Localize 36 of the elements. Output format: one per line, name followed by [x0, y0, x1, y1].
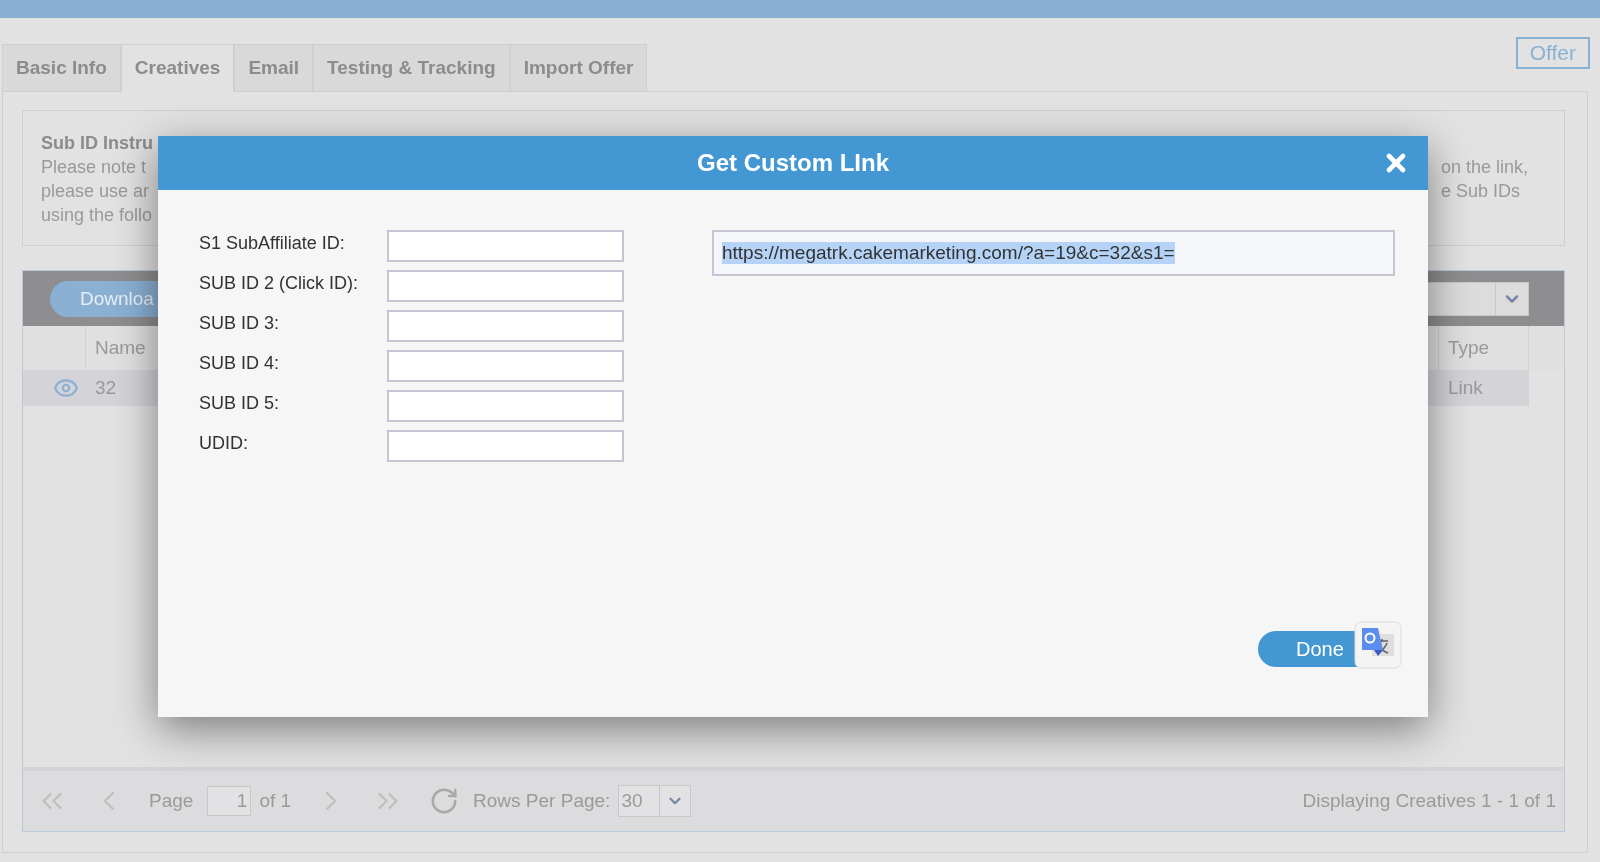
input-field[interactable] — [387, 310, 624, 342]
instructions-text: please use ar — [41, 180, 151, 203]
instructions-title: Sub ID Instru — [41, 132, 153, 155]
table-cell: Link — [1448, 377, 1483, 399]
instructions-text: on the link, — [1440, 156, 1528, 179]
refresh-icon[interactable] — [429, 786, 460, 816]
table-cell: 32 — [95, 377, 117, 399]
instructions-text: e Sub IDs — [1440, 180, 1521, 203]
rows-per-page-label: Rows Per Page: — [473, 790, 611, 812]
field-label: SUB ID 4: — [199, 352, 281, 374]
tab[interactable]: Testing & Tracking — [313, 44, 510, 92]
page-input[interactable]: 1 — [207, 786, 252, 816]
translate-icon[interactable] — [1354, 621, 1402, 669]
input-field[interactable] — [387, 350, 624, 382]
instructions-text: using the follo — [41, 204, 153, 227]
field-label: SUB ID 2 (Click ID): — [199, 272, 359, 294]
field-label: S1 SubAffiliate ID: — [199, 232, 346, 254]
input-field[interactable] — [387, 430, 624, 462]
instructions-text: Please note t — [41, 156, 148, 179]
field-label: UDID: — [199, 432, 249, 454]
offer-button[interactable]: Offer — [1515, 37, 1590, 69]
display-summary: Displaying Creatives 1 - 1 of 1 — [1302, 790, 1556, 812]
field-label: SUB ID 5: — [199, 392, 281, 414]
dialog-title: Get Custom LInk — [697, 149, 889, 177]
input-field[interactable] — [387, 390, 624, 422]
page-label: Page — [149, 790, 194, 812]
rows-per-page-select[interactable]: 30 — [618, 785, 692, 817]
page-count: of 1 — [259, 790, 292, 812]
field-label: SUB ID 3: — [199, 312, 281, 334]
tab[interactable]: Import Offer — [509, 44, 648, 92]
input-field[interactable] — [387, 270, 624, 302]
tab[interactable]: Creatives — [120, 44, 235, 92]
tab[interactable]: Basic Info — [2, 44, 121, 92]
url-field[interactable]: https://megatrk.cakemarketing.com/?a=19&c=32&s1= — [712, 230, 1395, 276]
input-field[interactable] — [387, 230, 624, 262]
tab[interactable]: Email — [234, 44, 314, 92]
